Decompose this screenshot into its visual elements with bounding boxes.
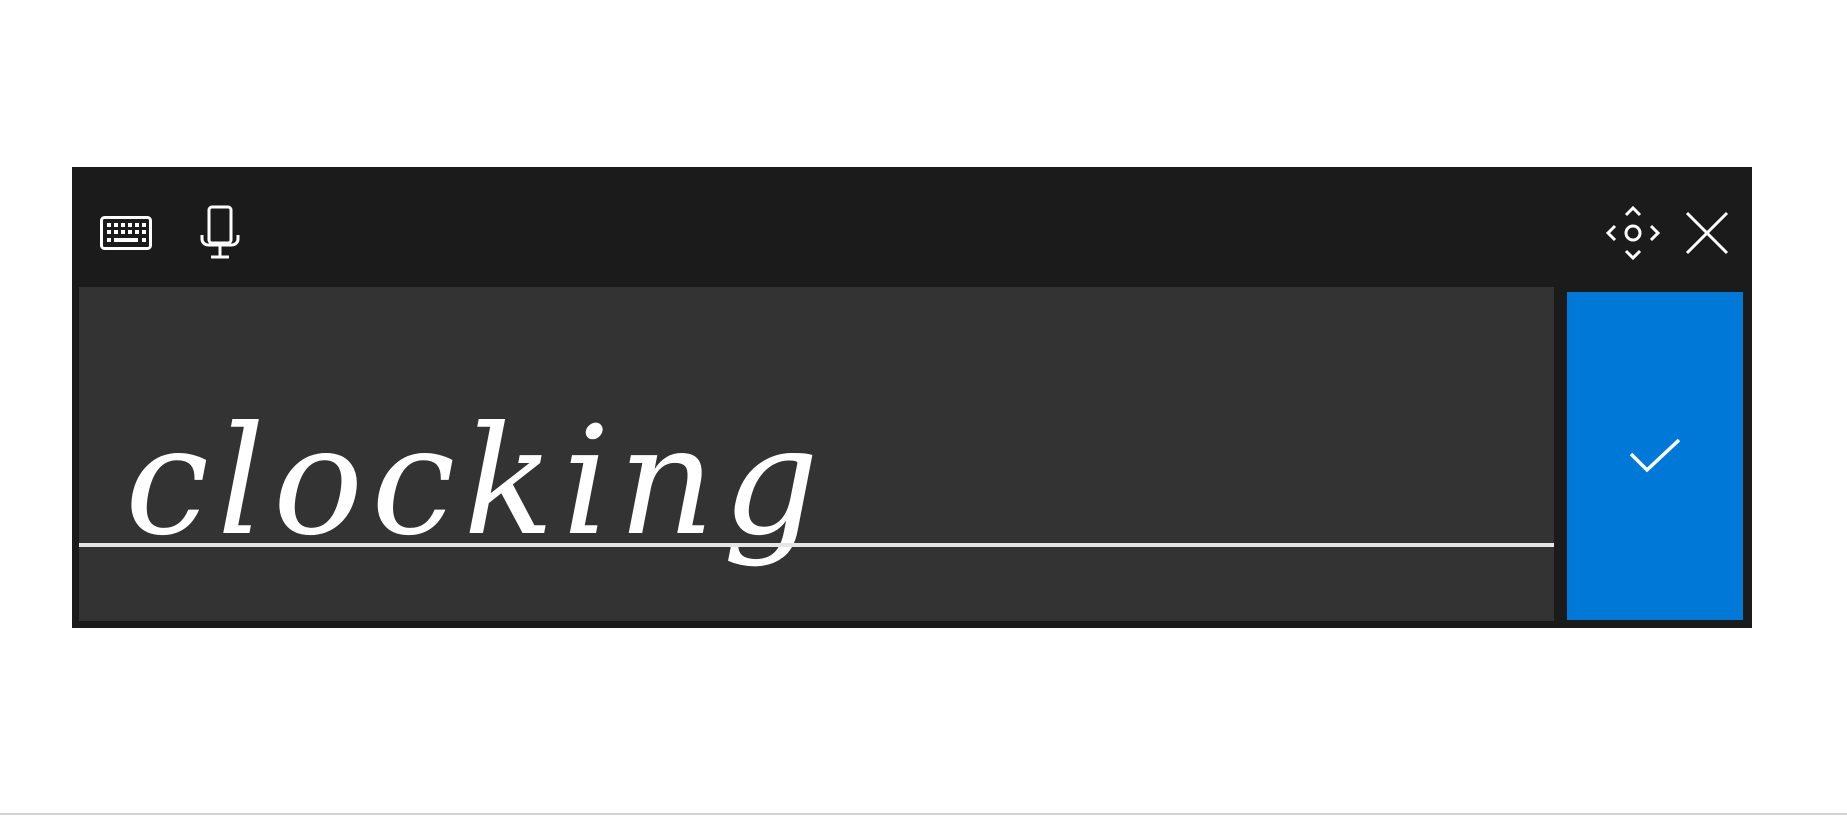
handwritten-text: clocking xyxy=(125,395,827,569)
move-icon xyxy=(1605,205,1661,261)
close-icon xyxy=(1685,211,1729,255)
toolbar xyxy=(72,167,1752,287)
bottom-divider xyxy=(0,813,1847,815)
microphone-icon xyxy=(200,205,240,259)
keyboard-icon xyxy=(100,216,152,250)
close-button[interactable] xyxy=(1672,198,1742,268)
handwriting-canvas[interactable]: clocking xyxy=(79,287,1554,621)
handwriting-panel: clocking xyxy=(72,167,1752,628)
keyboard-button[interactable] xyxy=(96,203,156,263)
microphone-button[interactable] xyxy=(190,195,250,271)
insert-button[interactable] xyxy=(1567,292,1743,620)
move-button[interactable] xyxy=(1598,198,1668,268)
checkmark-icon xyxy=(1629,438,1681,473)
writing-baseline xyxy=(79,543,1554,547)
